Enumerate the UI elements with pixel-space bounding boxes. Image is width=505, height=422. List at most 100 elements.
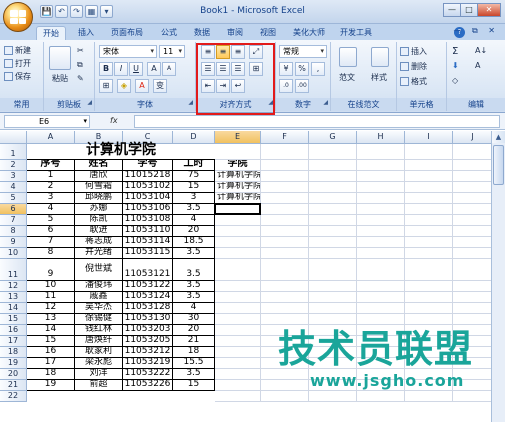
cell[interactable] — [309, 215, 357, 226]
insert-function-icon[interactable]: fx — [110, 116, 118, 125]
scroll-thumb[interactable] — [493, 145, 504, 185]
row-header[interactable]: 4 — [0, 182, 27, 193]
data-cell[interactable]: 3.5 — [173, 281, 215, 292]
data-cell[interactable]: 11053219 — [123, 358, 173, 369]
cell[interactable] — [453, 226, 491, 237]
data-cell[interactable]: 6 — [27, 226, 75, 237]
row-header[interactable]: 11 — [0, 259, 27, 281]
fill-color-button[interactable]: ◈ — [117, 79, 131, 93]
cell[interactable] — [309, 171, 357, 182]
open-button[interactable]: 打开 — [4, 58, 31, 69]
cell[interactable] — [405, 160, 453, 171]
column-header[interactable]: F — [261, 131, 309, 144]
column-title[interactable]: 工时 — [173, 160, 215, 171]
close-button[interactable]: ✕ — [477, 3, 501, 17]
data-cell[interactable]: 潘俊玮 — [75, 281, 123, 292]
data-cell[interactable]: 10 — [27, 281, 75, 292]
cell[interactable] — [215, 391, 261, 402]
delete-cells-button[interactable]: 删除 — [400, 61, 427, 72]
data-cell[interactable]: 11 — [27, 292, 75, 303]
minimize-button[interactable]: — — [443, 3, 461, 17]
cell[interactable] — [453, 204, 491, 215]
row-header[interactable]: 10 — [0, 248, 27, 259]
increase-decimal-button[interactable]: .0 — [279, 79, 293, 93]
cell[interactable] — [357, 259, 405, 281]
currency-button[interactable]: ¥ — [279, 62, 293, 76]
cell[interactable] — [261, 193, 309, 204]
data-cell[interactable]: 15 — [173, 380, 215, 391]
align-left-button[interactable]: ☰ — [201, 62, 215, 76]
cell[interactable] — [405, 144, 453, 160]
cell[interactable] — [215, 292, 261, 303]
decrease-indent-button[interactable]: ⇤ — [201, 79, 215, 93]
cell[interactable] — [453, 303, 491, 314]
cell[interactable] — [309, 182, 357, 193]
sheet-title[interactable]: 计算机学院 — [27, 142, 215, 160]
number-launcher-icon[interactable]: ◢ — [323, 96, 328, 109]
cell[interactable] — [215, 144, 261, 160]
column-title[interactable]: 序号 — [27, 160, 75, 171]
increase-indent-button[interactable]: ⇥ — [216, 79, 230, 93]
data-cell[interactable]: 19 — [27, 380, 75, 391]
cell[interactable] — [405, 259, 453, 281]
data-cell[interactable]: 17 — [27, 358, 75, 369]
scroll-up-icon[interactable]: ▲ — [492, 131, 505, 143]
font-size-select[interactable]: 11 — [159, 45, 185, 58]
cell[interactable] — [357, 292, 405, 303]
data-cell[interactable]: 13 — [27, 314, 75, 325]
cell[interactable] — [215, 204, 261, 215]
font-name-select[interactable]: 宋体 — [99, 45, 157, 58]
cell[interactable] — [405, 248, 453, 259]
row-header[interactable]: 5 — [0, 193, 27, 204]
data-cell[interactable]: 18 — [27, 369, 75, 380]
data-cell[interactable]: 15 — [27, 336, 75, 347]
data-cell[interactable]: 11053114 — [123, 237, 173, 248]
cell[interactable] — [453, 259, 491, 281]
data-cell[interactable]: 刘洋 — [75, 369, 123, 380]
cut-icon[interactable]: ✂ — [77, 46, 84, 55]
cell[interactable] — [215, 259, 261, 281]
select-all-corner[interactable] — [0, 131, 27, 144]
row-header[interactable]: 13 — [0, 292, 27, 303]
data-cell[interactable]: 11053124 — [123, 292, 173, 303]
align-center-button[interactable]: ☰ — [216, 62, 230, 76]
workbook-controls[interactable]: — ⧉ ✕ — [453, 26, 499, 36]
row-header[interactable]: 17 — [0, 336, 27, 347]
tab-view[interactable]: 视图 — [254, 26, 282, 40]
college-value[interactable]: 计算机学院 — [215, 171, 261, 182]
row-header[interactable]: 18 — [0, 347, 27, 358]
cell[interactable] — [215, 314, 261, 325]
row-header[interactable]: 3 — [0, 171, 27, 182]
vertical-scrollbar[interactable]: ▲ — [491, 131, 505, 422]
data-cell[interactable]: 吴华杰 — [75, 303, 123, 314]
cell[interactable] — [357, 226, 405, 237]
data-cell[interactable]: 耿进 — [75, 226, 123, 237]
row-header[interactable]: 14 — [0, 303, 27, 314]
align-middle-button[interactable]: ≡ — [216, 45, 230, 59]
alignment-launcher-icon[interactable]: ◢ — [268, 96, 273, 109]
data-cell[interactable]: 梁永彪 — [75, 358, 123, 369]
autosum-button[interactable]: Σ — [452, 46, 458, 57]
italic-button[interactable]: I — [114, 62, 128, 76]
data-cell[interactable]: 11053226 — [123, 380, 173, 391]
data-cell[interactable]: 陈凯 — [75, 215, 123, 226]
border-button[interactable]: ⊞ — [99, 79, 113, 93]
row-header[interactable]: 19 — [0, 358, 27, 369]
wrap-text-button[interactable]: ↩ — [231, 79, 245, 93]
data-cell[interactable]: 11053203 — [123, 325, 173, 336]
cell[interactable] — [453, 281, 491, 292]
row-header[interactable]: 22 — [0, 391, 27, 402]
data-cell[interactable]: 20 — [173, 226, 215, 237]
data-cell[interactable]: 4 — [173, 215, 215, 226]
comma-button[interactable]: , — [311, 62, 325, 76]
data-cell[interactable]: 15 — [173, 182, 215, 193]
cell[interactable] — [261, 292, 309, 303]
cell[interactable] — [309, 281, 357, 292]
cell[interactable] — [309, 160, 357, 171]
row-header[interactable]: 2 — [0, 160, 27, 171]
cell[interactable] — [215, 226, 261, 237]
data-cell[interactable]: 何雪霜 — [75, 182, 123, 193]
data-cell[interactable]: 2 — [27, 182, 75, 193]
cell[interactable] — [357, 248, 405, 259]
shrink-font-button[interactable]: A — [162, 62, 176, 76]
